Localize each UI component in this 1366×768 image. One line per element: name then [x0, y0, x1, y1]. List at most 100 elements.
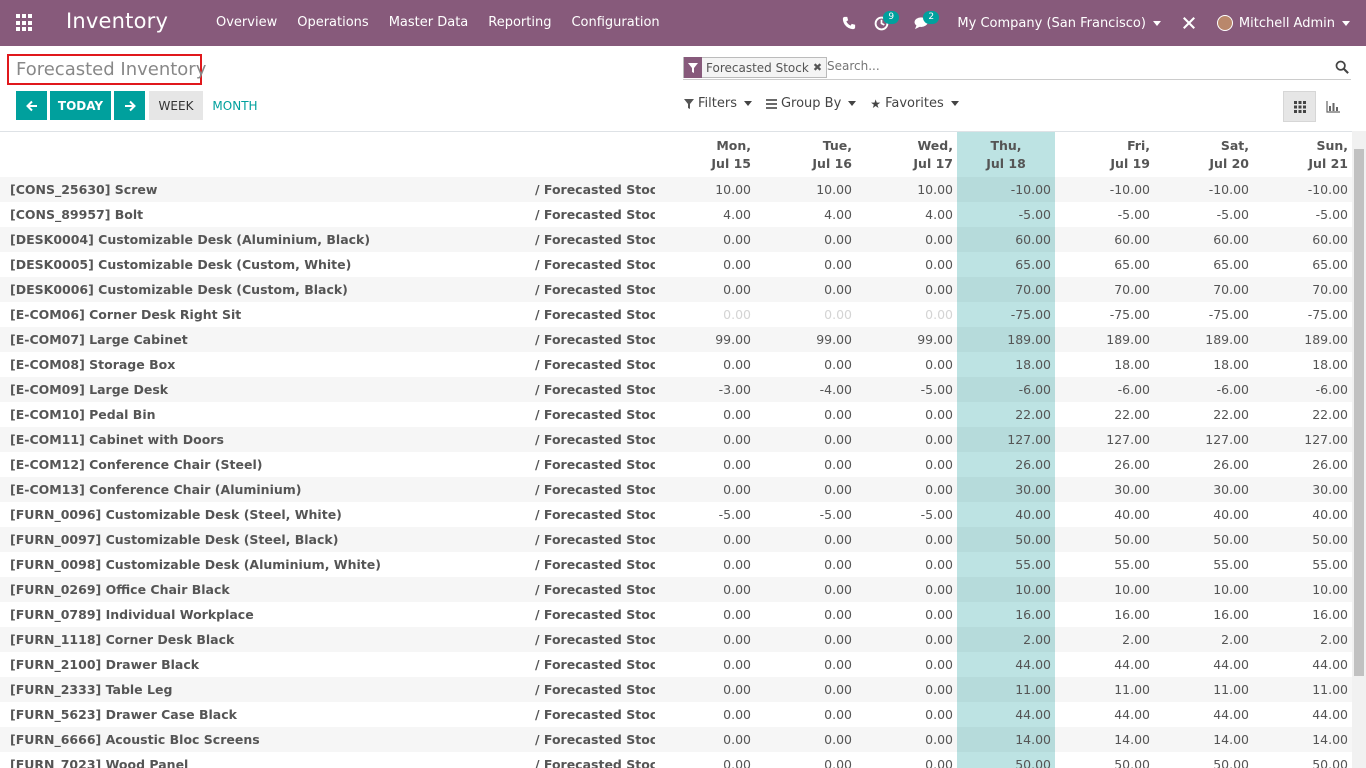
- quantity-cell[interactable]: 0.00: [856, 602, 957, 627]
- quantity-cell[interactable]: -10.00: [1154, 177, 1253, 202]
- quantity-cell[interactable]: 50.00: [1154, 527, 1253, 552]
- menu-reporting[interactable]: Reporting: [478, 0, 561, 46]
- quantity-cell[interactable]: 30.00: [957, 477, 1055, 502]
- quantity-cell[interactable]: 40.00: [1253, 502, 1352, 527]
- quantity-cell[interactable]: 0.00: [655, 427, 755, 452]
- quantity-cell[interactable]: 0.00: [856, 677, 957, 702]
- quantity-cell[interactable]: 0.00: [856, 727, 957, 752]
- next-button[interactable]: [114, 91, 145, 120]
- quantity-cell[interactable]: 0.00: [856, 427, 957, 452]
- quantity-cell[interactable]: 0.00: [856, 527, 957, 552]
- quantity-cell[interactable]: 2.00: [1154, 627, 1253, 652]
- quantity-cell[interactable]: 127.00: [1253, 427, 1352, 452]
- quantity-cell[interactable]: 70.00: [1154, 277, 1253, 302]
- quantity-cell[interactable]: 0.00: [755, 227, 856, 252]
- quantity-cell[interactable]: 55.00: [1154, 552, 1253, 577]
- quantity-cell[interactable]: -75.00: [1253, 302, 1352, 327]
- menu-configuration[interactable]: Configuration: [561, 0, 669, 46]
- quantity-cell[interactable]: 10.00: [856, 177, 957, 202]
- quantity-cell[interactable]: 189.00: [1055, 327, 1154, 352]
- quantity-cell[interactable]: 0.00: [655, 302, 755, 327]
- quantity-cell[interactable]: 40.00: [957, 502, 1055, 527]
- quantity-cell[interactable]: 30.00: [1253, 477, 1352, 502]
- user-menu[interactable]: Mitchell Admin: [1208, 0, 1366, 46]
- quantity-cell[interactable]: 0.00: [856, 627, 957, 652]
- quantity-cell[interactable]: 65.00: [1154, 252, 1253, 277]
- quantity-cell[interactable]: 0.00: [755, 427, 856, 452]
- quantity-cell[interactable]: -5.00: [856, 377, 957, 402]
- quantity-cell[interactable]: 0.00: [655, 702, 755, 727]
- quantity-cell[interactable]: 0.00: [856, 352, 957, 377]
- quantity-cell[interactable]: 0.00: [655, 227, 755, 252]
- quantity-cell[interactable]: 99.00: [755, 327, 856, 352]
- quantity-cell[interactable]: 55.00: [957, 552, 1055, 577]
- quantity-cell[interactable]: 4.00: [655, 202, 755, 227]
- quantity-cell[interactable]: 0.00: [755, 452, 856, 477]
- quantity-cell[interactable]: 40.00: [1154, 502, 1253, 527]
- quantity-cell[interactable]: -6.00: [1154, 377, 1253, 402]
- quantity-cell[interactable]: 70.00: [1055, 277, 1154, 302]
- quantity-cell[interactable]: 26.00: [957, 452, 1055, 477]
- quantity-cell[interactable]: 0.00: [655, 252, 755, 277]
- favorites-dropdown[interactable]: ★ Favorites: [870, 96, 959, 111]
- quantity-cell[interactable]: 0.00: [856, 752, 957, 768]
- month-scale-button[interactable]: MONTH: [207, 91, 263, 120]
- quantity-cell[interactable]: 0.00: [755, 527, 856, 552]
- quantity-cell[interactable]: -6.00: [1253, 377, 1352, 402]
- search-input[interactable]: [827, 59, 1307, 73]
- quantity-cell[interactable]: 22.00: [1055, 402, 1154, 427]
- quantity-cell[interactable]: 50.00: [1055, 752, 1154, 768]
- quantity-cell[interactable]: 0.00: [755, 652, 856, 677]
- quantity-cell[interactable]: 10.00: [1154, 577, 1253, 602]
- quantity-cell[interactable]: -5.00: [856, 502, 957, 527]
- quantity-cell[interactable]: 65.00: [1055, 252, 1154, 277]
- quantity-cell[interactable]: 44.00: [1154, 652, 1253, 677]
- grid-view-button[interactable]: [1283, 91, 1316, 122]
- quantity-cell[interactable]: 50.00: [957, 752, 1055, 768]
- quantity-cell[interactable]: 0.00: [755, 677, 856, 702]
- quantity-cell[interactable]: 2.00: [1253, 627, 1352, 652]
- quantity-cell[interactable]: 44.00: [1253, 652, 1352, 677]
- quantity-cell[interactable]: 60.00: [1154, 227, 1253, 252]
- quantity-cell[interactable]: 16.00: [1253, 602, 1352, 627]
- quantity-cell[interactable]: 0.00: [755, 477, 856, 502]
- quantity-cell[interactable]: 11.00: [1154, 677, 1253, 702]
- filters-dropdown[interactable]: Filters: [684, 96, 752, 111]
- quantity-cell[interactable]: 16.00: [1055, 602, 1154, 627]
- quantity-cell[interactable]: 0.00: [755, 552, 856, 577]
- quantity-cell[interactable]: 11.00: [1253, 677, 1352, 702]
- quantity-cell[interactable]: -5.00: [655, 502, 755, 527]
- previous-button[interactable]: [16, 91, 47, 120]
- quantity-cell[interactable]: 40.00: [1055, 502, 1154, 527]
- quantity-cell[interactable]: 0.00: [856, 227, 957, 252]
- quantity-cell[interactable]: 0.00: [655, 627, 755, 652]
- quantity-cell[interactable]: 22.00: [1154, 402, 1253, 427]
- menu-overview[interactable]: Overview: [206, 0, 287, 46]
- today-button[interactable]: TODAY: [50, 91, 111, 120]
- quantity-cell[interactable]: -75.00: [1154, 302, 1253, 327]
- quantity-cell[interactable]: 0.00: [856, 702, 957, 727]
- quantity-cell[interactable]: 26.00: [1253, 452, 1352, 477]
- quantity-cell[interactable]: 65.00: [957, 252, 1055, 277]
- quantity-cell[interactable]: 10.00: [1055, 577, 1154, 602]
- quantity-cell[interactable]: 189.00: [1253, 327, 1352, 352]
- quantity-cell[interactable]: 10.00: [1253, 577, 1352, 602]
- quantity-cell[interactable]: -3.00: [655, 377, 755, 402]
- quantity-cell[interactable]: 0.00: [655, 752, 755, 768]
- quantity-cell[interactable]: 99.00: [655, 327, 755, 352]
- quantity-cell[interactable]: 0.00: [856, 402, 957, 427]
- quantity-cell[interactable]: 0.00: [655, 477, 755, 502]
- quantity-cell[interactable]: 16.00: [957, 602, 1055, 627]
- quantity-cell[interactable]: 0.00: [655, 652, 755, 677]
- quantity-cell[interactable]: 44.00: [1253, 702, 1352, 727]
- quantity-cell[interactable]: 30.00: [1055, 477, 1154, 502]
- quantity-cell[interactable]: 0.00: [655, 452, 755, 477]
- quantity-cell[interactable]: 0.00: [856, 252, 957, 277]
- quantity-cell[interactable]: 18.00: [1253, 352, 1352, 377]
- quantity-cell[interactable]: 0.00: [755, 602, 856, 627]
- quantity-cell[interactable]: 189.00: [957, 327, 1055, 352]
- quantity-cell[interactable]: 14.00: [1253, 727, 1352, 752]
- quantity-cell[interactable]: 60.00: [957, 227, 1055, 252]
- week-scale-button[interactable]: WEEK: [149, 91, 203, 120]
- quantity-cell[interactable]: 22.00: [957, 402, 1055, 427]
